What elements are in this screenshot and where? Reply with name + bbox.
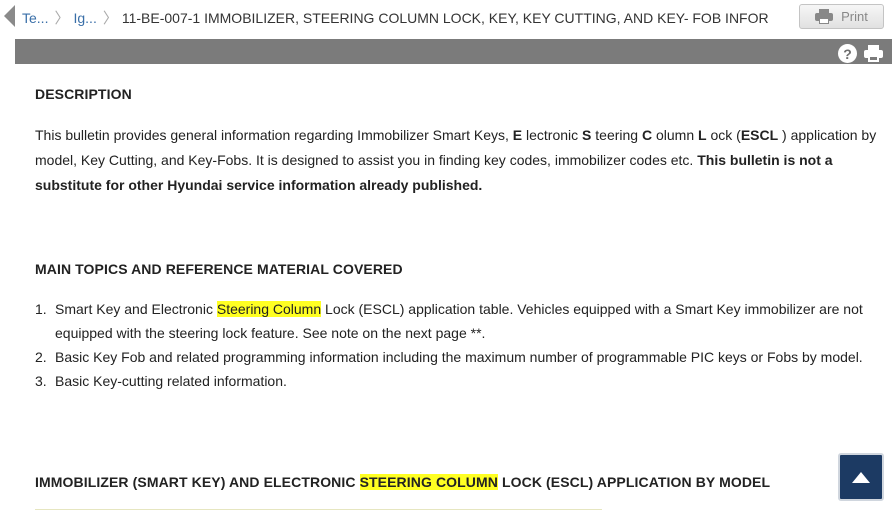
application-heading: IMMOBILIZER (SMART KEY) AND ELECTRONIC S…: [35, 474, 771, 490]
description-text: This bulletin provides general informati…: [35, 127, 877, 193]
list-item: 2. Basic Key Fob and related programming…: [35, 349, 863, 365]
breadcrumb: Te... 〉 Ig... 〉 11-BE-007-1 IMMOBILIZER, STE…: [22, 7, 794, 28]
scroll-to-top-button[interactable]: [838, 453, 884, 501]
list-item: 3. Basic Key-cutting related information…: [35, 373, 287, 389]
breadcrumb-bar: Te... 〉 Ig... 〉 11-BE-007-1 IMMOBILIZER, STE…: [0, 0, 896, 34]
search-highlight: Steering Column: [216, 301, 322, 317]
breadcrumb-item-ig[interactable]: Ig...: [73, 10, 96, 26]
printer-icon[interactable]: [864, 45, 883, 62]
breadcrumb-item-te[interactable]: Te...: [22, 10, 48, 26]
chevron-right-icon: 〉: [102, 10, 118, 27]
breadcrumb-current: 11-BE-007-1 IMMOBILIZER, STEERING COLUMN…: [121, 10, 769, 26]
chevron-right-icon: 〉: [54, 10, 70, 27]
table-top-border: [35, 509, 602, 510]
search-highlight: STEERING COLUMN: [359, 474, 498, 490]
back-arrow-icon[interactable]: [4, 5, 15, 27]
print-button-label: Print: [841, 9, 868, 24]
description-heading: DESCRIPTION: [35, 86, 132, 102]
help-icon[interactable]: ?: [838, 44, 857, 63]
arrow-up-icon: [852, 471, 870, 483]
topics-list: 1. Smart Key and Electronic Steering Col…: [35, 297, 885, 393]
topics-heading: MAIN TOPICS AND REFERENCE MATERIAL COVER…: [35, 261, 403, 277]
document-toolbar: [15, 39, 892, 64]
print-button[interactable]: Print: [799, 4, 884, 29]
printer-icon: [815, 9, 834, 24]
list-item: 1. Smart Key and Electronic Steering Col…: [35, 301, 863, 341]
